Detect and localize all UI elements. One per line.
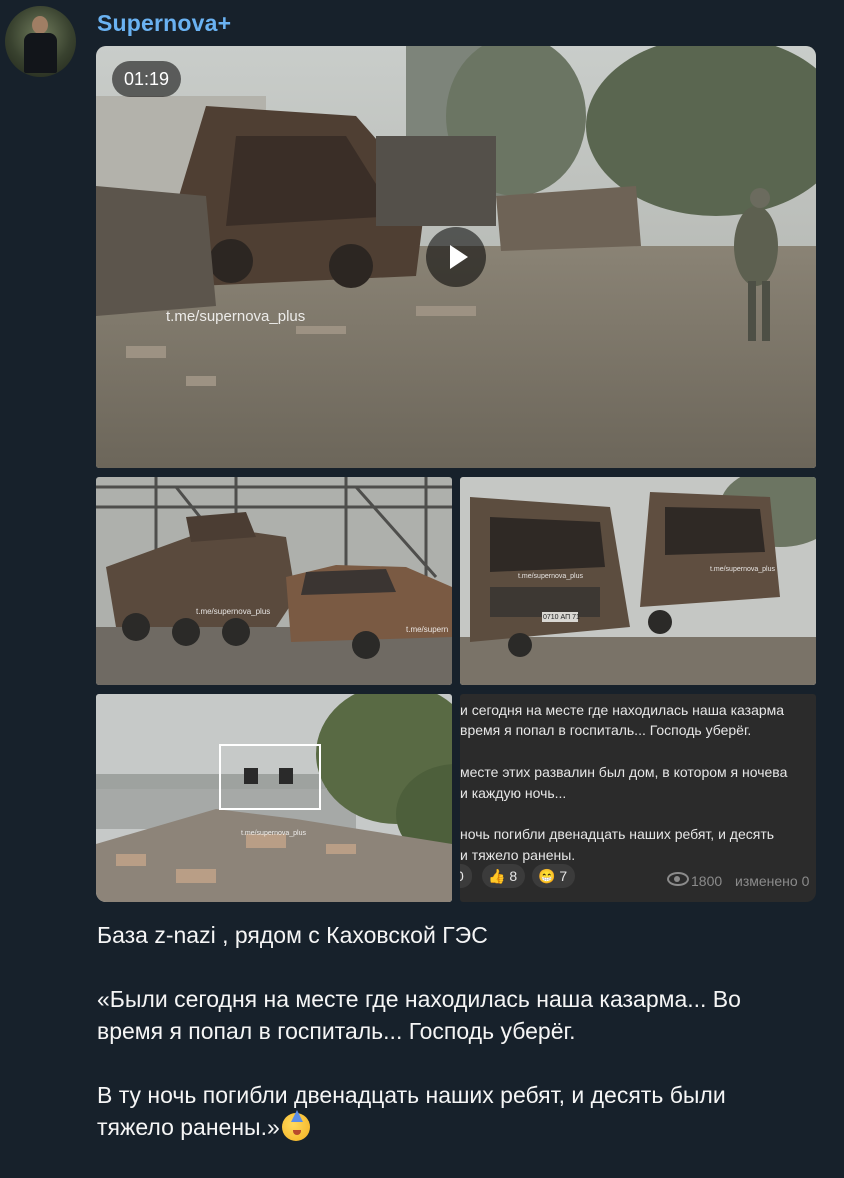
photo-watermark-secondary: t.me/supernova_plus <box>710 566 775 573</box>
play-button-icon[interactable] <box>426 227 486 287</box>
grinning-face-icon: 😁 <box>538 868 556 884</box>
caption-paragraph-2: В ту ночь погибли двенадцать наших ребят… <box>97 1082 726 1141</box>
photo-scene-1 <box>96 477 452 685</box>
eye-icon <box>667 872 689 886</box>
photo-scene-2 <box>460 477 816 685</box>
photo-ruins[interactable]: t.me/supernova_plus <box>96 694 452 902</box>
channel-avatar[interactable] <box>5 6 76 77</box>
screenshot-line: время я попал в госпиталь... Господь убе… <box>460 722 752 738</box>
screenshot-reaction-thumbs-up: 👍 8 <box>482 864 526 888</box>
avatar-head <box>32 16 48 34</box>
screenshot-line: месте этих развалин был дом, в котором я… <box>460 764 788 780</box>
photo-armored-vehicle[interactable]: t.me/supernova_plus t.me/supern <box>96 477 452 685</box>
caption-title: База z-nazi , рядом с Каховской ГЭС <box>97 922 488 948</box>
screenshot-reaction: 0 <box>460 864 472 888</box>
photo-watermark-secondary: t.me/supern <box>406 625 449 634</box>
message-caption: База z-nazi , рядом с Каховской ГЭС «Был… <box>97 919 797 1143</box>
photo-watermark: t.me/supernova_plus <box>241 830 306 837</box>
truck-license-plate: 0710 АП 71 <box>543 614 580 621</box>
screenshot-edited-label: изменено 0 <box>735 873 810 889</box>
screenshot-views: 1800 <box>691 873 723 889</box>
channel-name[interactable]: Supernova+ <box>97 10 231 37</box>
photo-burned-trucks[interactable]: t.me/supernova_plus t.me/supernova_plus … <box>460 477 816 685</box>
avatar-torso <box>24 33 57 73</box>
photo-screenshot-post[interactable]: и сегодня на месте где находилась наша к… <box>460 694 816 902</box>
video-watermark: t.me/supernova_plus <box>166 308 306 325</box>
screenshot-reaction-grin: 😁 7 <box>532 864 576 888</box>
screenshot-line: и каждую ночь... <box>460 785 567 801</box>
screenshot-line: ночь погибли двенадцать наших ребят, и д… <box>460 826 775 842</box>
caption-paragraph-1: «Были сегодня на месте где находилась на… <box>97 986 741 1044</box>
screenshot-line: и сегодня на месте где находилась наша к… <box>460 702 785 718</box>
photo-scene-3 <box>96 694 452 902</box>
photo-watermark: t.me/supernova_plus <box>196 607 271 616</box>
video-duration-badge: 01:19 <box>112 61 182 97</box>
screenshot-line: и тяжело ранены. <box>460 847 576 863</box>
thumbs-up-icon: 👍 <box>488 868 506 884</box>
photo-watermark: t.me/supernova_plus <box>518 573 583 580</box>
partying-face-icon <box>281 1110 310 1141</box>
